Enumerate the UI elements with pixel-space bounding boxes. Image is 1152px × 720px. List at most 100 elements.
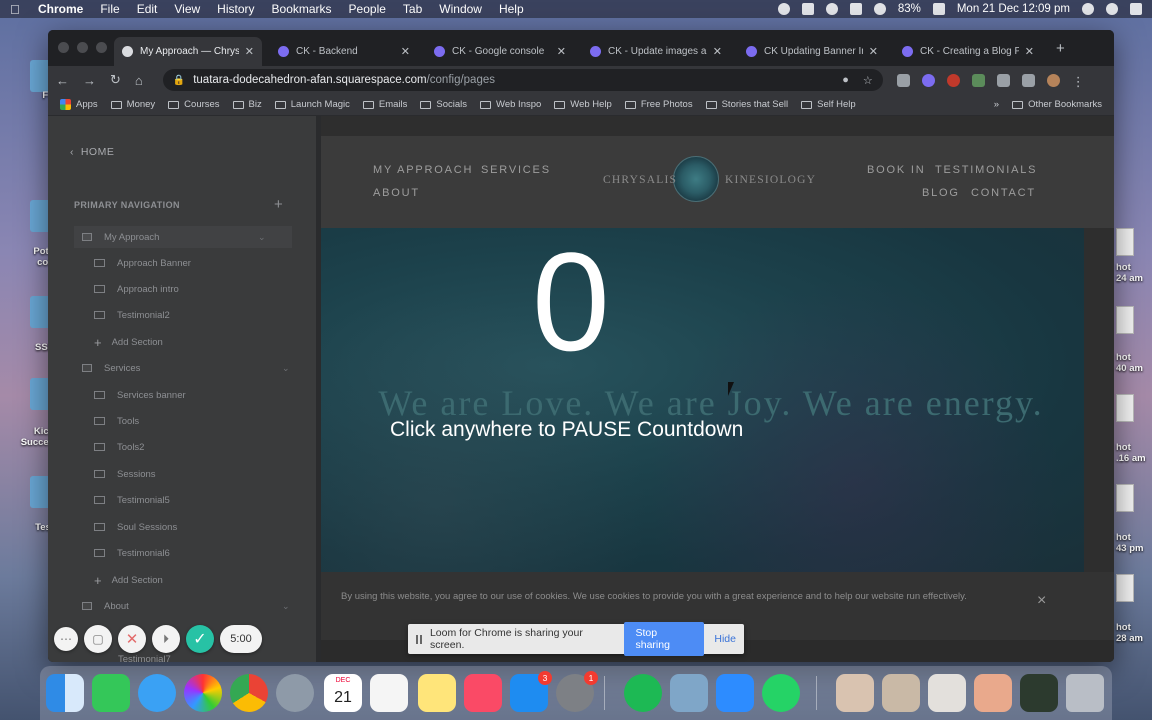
site-logo[interactable]: CHRYSALIS KINESIOLOGY bbox=[603, 156, 815, 206]
cancel-recording-button[interactable]: ✕ bbox=[118, 625, 146, 653]
new-tab-icon[interactable]: + bbox=[1056, 40, 1065, 57]
trash-icon[interactable] bbox=[1066, 674, 1104, 712]
zoom-icon[interactable] bbox=[716, 674, 754, 712]
nav-section-item[interactable]: Soul Sessions bbox=[94, 516, 177, 538]
screenshot-thumbnail-icon[interactable] bbox=[1116, 574, 1134, 602]
bookmark-other[interactable]: Other Bookmarks bbox=[1012, 99, 1102, 110]
spotify-icon[interactable] bbox=[624, 674, 662, 712]
menu-window[interactable]: Window bbox=[439, 2, 482, 16]
facetime-icon[interactable] bbox=[92, 674, 130, 712]
menu-bookmarks[interactable]: Bookmarks bbox=[272, 2, 332, 16]
bluetooth-icon[interactable] bbox=[825, 3, 838, 15]
bookmark-folder[interactable]: Socials bbox=[420, 99, 467, 110]
address-bar[interactable]: 🔒 tuatara-dodecahedron-afan.squarespace.… bbox=[162, 69, 883, 91]
menu-app-name[interactable]: Chrome bbox=[38, 2, 83, 16]
menu-edit[interactable]: Edit bbox=[137, 2, 158, 16]
site-nav-blog[interactable]: BLOG bbox=[922, 187, 960, 199]
site-nav-testimonials[interactable]: TESTIMONIALS bbox=[935, 164, 1037, 176]
site-nav-contact[interactable]: CONTACT bbox=[971, 187, 1036, 199]
screenshot-thumbnail-icon[interactable] bbox=[1116, 306, 1134, 334]
site-nav-book-in[interactable]: BOOK IN bbox=[867, 164, 925, 176]
site-nav-services[interactable]: SERVICES bbox=[481, 164, 551, 176]
close-tab-icon[interactable]: ✕ bbox=[1025, 45, 1034, 58]
close-tab-icon[interactable]: ✕ bbox=[869, 45, 878, 58]
bookmarks-overflow-icon[interactable]: » bbox=[994, 99, 999, 110]
add-section-button[interactable]: + Add Section bbox=[94, 569, 163, 591]
stop-sharing-button[interactable]: Stop sharing bbox=[623, 622, 705, 656]
star-icon[interactable]: ☆ bbox=[863, 74, 873, 87]
bookmark-folder[interactable]: Emails bbox=[362, 99, 407, 110]
camera-extension-icon[interactable] bbox=[896, 73, 910, 87]
menu-help[interactable]: Help bbox=[499, 2, 524, 16]
loom-extension-icon[interactable] bbox=[921, 73, 935, 87]
screenshot-thumbnail-icon[interactable] bbox=[1116, 484, 1134, 512]
nav-section-item[interactable]: Tools2 bbox=[94, 436, 144, 458]
site-nav-my-approach[interactable]: MY APPROACH bbox=[373, 164, 473, 176]
finish-recording-button[interactable]: ✓ bbox=[186, 625, 214, 653]
loom-icon[interactable] bbox=[801, 3, 814, 15]
hero-banner[interactable]: We are Love. We are Joy. We are energy. bbox=[321, 228, 1084, 572]
more-options-button[interactable]: ⋯ bbox=[54, 627, 78, 651]
profile-avatar[interactable] bbox=[1046, 73, 1060, 87]
reload-icon[interactable]: ↻ bbox=[110, 72, 121, 88]
tag-extension-icon[interactable] bbox=[971, 73, 985, 87]
forward-arrow-icon[interactable]: → bbox=[83, 73, 96, 88]
restart-recording-button[interactable]: ⏵ bbox=[152, 625, 180, 653]
bookmark-folder[interactable]: Courses bbox=[168, 99, 220, 110]
minimize-window-button[interactable] bbox=[77, 42, 88, 53]
nav-section-item[interactable]: Testimonial6 bbox=[94, 542, 170, 564]
launchpad-icon[interactable] bbox=[276, 674, 314, 712]
close-icon[interactable]: × bbox=[1037, 592, 1046, 610]
close-tab-icon[interactable]: ✕ bbox=[401, 45, 410, 58]
nav-page-services[interactable]: Services ⌄ bbox=[82, 357, 290, 379]
nav-section-item[interactable]: Sessions bbox=[94, 463, 156, 485]
bookmark-folder[interactable]: Launch Magic bbox=[274, 99, 350, 110]
colorpick-extension-icon[interactable] bbox=[946, 73, 960, 87]
home-link[interactable]: ‹ HOME bbox=[70, 146, 114, 158]
camera-toggle-button[interactable]: ▢ bbox=[84, 625, 112, 653]
chrome-icon[interactable] bbox=[230, 674, 268, 712]
photos-icon[interactable] bbox=[184, 674, 222, 712]
chevron-down-icon[interactable]: ⌄ bbox=[282, 363, 290, 374]
close-tab-icon[interactable]: ✕ bbox=[713, 45, 722, 58]
menu-view[interactable]: View bbox=[174, 2, 200, 16]
bookmark-folder[interactable]: Web Help bbox=[554, 99, 612, 110]
screenshot-thumbnail-icon[interactable] bbox=[1116, 228, 1134, 256]
tab-ck-google-console[interactable]: CK - Google console ✕ bbox=[426, 37, 574, 66]
site-nav-about[interactable]: ABOUT bbox=[373, 187, 420, 199]
menu-history[interactable]: History bbox=[217, 2, 254, 16]
calendar-icon[interactable]: DEC 21 bbox=[324, 674, 362, 712]
hide-button[interactable]: Hide bbox=[714, 633, 736, 645]
tab-my-approach[interactable]: My Approach — Chrys ✕ bbox=[114, 37, 262, 66]
chevron-down-icon[interactable]: ⌄ bbox=[258, 232, 266, 243]
notes-icon[interactable] bbox=[418, 674, 456, 712]
add-section-button[interactable]: + Add Section bbox=[94, 331, 163, 353]
microphone-icon[interactable] bbox=[777, 3, 790, 15]
bookmark-folder[interactable]: Money bbox=[110, 99, 155, 110]
add-page-icon[interactable]: + bbox=[274, 196, 283, 213]
tab-ck-update-images[interactable]: CK - Update images ar ✕ bbox=[582, 37, 730, 66]
bookmark-folder[interactable]: Free Photos bbox=[624, 99, 693, 110]
finder-icon[interactable] bbox=[46, 674, 84, 712]
media-stack-icon[interactable] bbox=[1020, 674, 1058, 712]
media-control-icon[interactable] bbox=[1021, 73, 1035, 87]
menu-people[interactable]: People bbox=[349, 2, 386, 16]
apple-icon[interactable]:  bbox=[10, 2, 24, 17]
tab-ck-backend[interactable]: CK - Backend ✕ bbox=[270, 37, 418, 66]
nav-section-item[interactable]: Tools bbox=[94, 410, 139, 432]
bookmark-folder[interactable]: Web Inspo bbox=[480, 99, 541, 110]
spotlight-icon[interactable] bbox=[1082, 3, 1094, 15]
tab-ck-creating-blog[interactable]: CK - Creating a Blog P ✕ bbox=[894, 37, 1042, 66]
close-tab-icon[interactable]: ✕ bbox=[245, 45, 254, 58]
screenshots-stack-icon[interactable] bbox=[928, 674, 966, 712]
bookmark-folder[interactable]: Biz bbox=[232, 99, 262, 110]
user-icon[interactable] bbox=[1106, 3, 1118, 15]
nav-page-my-approach[interactable]: My Approach ⌄ bbox=[74, 226, 292, 248]
system-preferences-icon[interactable]: 1 bbox=[556, 671, 598, 712]
back-arrow-icon[interactable]: ← bbox=[56, 73, 69, 88]
whatsapp-icon[interactable] bbox=[762, 674, 800, 712]
messages-icon[interactable] bbox=[138, 674, 176, 712]
bookmark-apps[interactable]: Apps bbox=[60, 99, 98, 110]
clock[interactable]: Mon 21 Dec 12:09 pm bbox=[957, 3, 1070, 15]
close-window-button[interactable] bbox=[58, 42, 69, 53]
